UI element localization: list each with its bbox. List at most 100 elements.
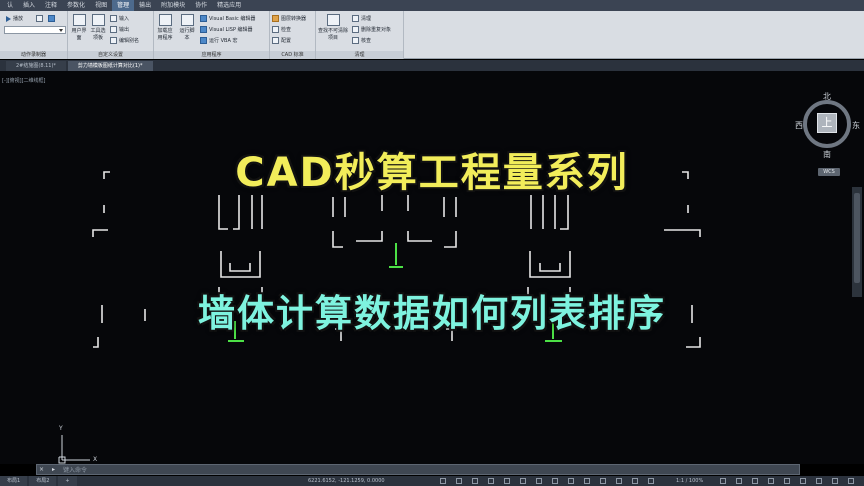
load-application-button[interactable]: 加载应用程序 bbox=[156, 14, 174, 41]
close-icon[interactable]: × bbox=[37, 465, 46, 474]
3d-osnap-icon[interactable] bbox=[600, 478, 606, 484]
wall-line bbox=[560, 195, 569, 230]
vlisp-editor-button[interactable]: Visual LISP 编辑器 bbox=[200, 26, 253, 33]
isolate-objects-icon[interactable] bbox=[800, 478, 806, 484]
annotation-scale[interactable]: 1:1 / 100% bbox=[676, 476, 703, 486]
audit-button[interactable]: 核查 bbox=[352, 37, 371, 44]
customization-menu-icon[interactable] bbox=[848, 478, 854, 484]
lineweight-icon[interactable] bbox=[552, 478, 558, 484]
ribbon: 播放 动作录制器 用户界面 工具选项板 输入 输出 编辑别名 自定义设置 加载应… bbox=[0, 11, 864, 59]
viewcube[interactable]: 上 北 南 西 东 WCS bbox=[795, 91, 860, 181]
drawing-canvas[interactable]: [-][俯视][二维线框] CAD秒算工程量系列 墙体计算数据如何列表排序 上 … bbox=[0, 71, 864, 464]
user-interface-button[interactable]: 用户界面 bbox=[70, 14, 88, 41]
clean-screen-icon[interactable] bbox=[832, 478, 838, 484]
panel-title: 自定义设置 bbox=[68, 51, 153, 59]
menu-item-annotate[interactable]: 注释 bbox=[40, 0, 62, 11]
menu-item-featured-apps[interactable]: 精选应用 bbox=[212, 0, 246, 11]
export-button[interactable]: 输出 bbox=[110, 26, 129, 33]
vlisp-editor-icon bbox=[200, 26, 207, 33]
coordinate-readout: 6221.6152, -121.1259, 0.0000 bbox=[308, 478, 385, 484]
wcs-menu[interactable]: WCS bbox=[818, 168, 840, 176]
model-space-icon[interactable] bbox=[440, 478, 446, 484]
layout-tab-2[interactable]: 布局2 bbox=[29, 476, 57, 486]
quick-properties-icon[interactable] bbox=[768, 478, 774, 484]
panel-action-recorder: 播放 动作录制器 bbox=[0, 11, 68, 59]
transparency-icon[interactable] bbox=[568, 478, 574, 484]
panel-title[interactable]: 应用程序 bbox=[154, 51, 269, 59]
panel-title[interactable]: 动作录制器 bbox=[0, 51, 67, 59]
otrack-icon[interactable] bbox=[536, 478, 542, 484]
macro-icon[interactable] bbox=[48, 15, 55, 22]
panel-customization: 用户界面 工具选项板 输入 输出 编辑别名 自定义设置 bbox=[68, 11, 154, 59]
selection-cycling-icon[interactable] bbox=[584, 478, 590, 484]
annotation-visibility-icon[interactable] bbox=[632, 478, 638, 484]
audit-icon bbox=[352, 37, 359, 44]
run-vba-macro-icon bbox=[200, 37, 207, 44]
run-vba-macro-button[interactable]: 运行 VBA 宏 bbox=[200, 37, 237, 44]
compass-west[interactable]: 西 bbox=[795, 120, 803, 131]
layout-tab-1[interactable]: 布局1 bbox=[0, 476, 28, 486]
annotation-monitor-icon[interactable] bbox=[736, 478, 742, 484]
auto-scale-icon[interactable] bbox=[648, 478, 654, 484]
check-button[interactable]: 检查 bbox=[272, 26, 291, 33]
wall-line bbox=[93, 337, 99, 348]
play-button[interactable]: 播放 bbox=[6, 15, 23, 22]
panel-applications: 加载应用程序 运行脚本 Visual Basic 编辑器 Visual LISP… bbox=[154, 11, 270, 59]
menu-item-parametric[interactable]: 参数化 bbox=[62, 0, 90, 11]
menu-item-insert[interactable]: 插入 bbox=[18, 0, 40, 11]
compass-south[interactable]: 南 bbox=[823, 149, 831, 160]
configure-button[interactable]: 配置 bbox=[272, 37, 291, 44]
purge-icon bbox=[352, 15, 359, 22]
wall-line bbox=[356, 231, 383, 242]
run-script-button[interactable]: 运行脚本 bbox=[178, 14, 196, 41]
command-input[interactable]: 键入命令 bbox=[63, 465, 87, 474]
purge-button[interactable]: 清理 bbox=[352, 15, 371, 22]
wall-line bbox=[529, 251, 571, 278]
find-non-purgeable-button[interactable]: 查找不可清除项目 bbox=[318, 14, 348, 41]
compass-north[interactable]: 北 bbox=[823, 91, 831, 102]
menu-item-view[interactable]: 视图 bbox=[90, 0, 112, 11]
cad-drawing bbox=[58, 171, 701, 464]
run-script-icon bbox=[180, 14, 194, 26]
video-subtitle: 墙体计算数据如何列表排序 bbox=[198, 292, 666, 335]
menu-item-manage[interactable]: 管理 bbox=[112, 0, 135, 11]
wall-line bbox=[92, 229, 108, 237]
import-button[interactable]: 输入 bbox=[110, 15, 129, 22]
edit-aliases-button[interactable]: 编辑别名 bbox=[110, 37, 139, 44]
osnap-icon[interactable] bbox=[520, 478, 526, 484]
grid-icon[interactable] bbox=[456, 478, 462, 484]
navigation-bar[interactable] bbox=[852, 187, 862, 297]
wall-line bbox=[220, 251, 261, 278]
navigation-bar-handle[interactable] bbox=[854, 193, 860, 283]
menu-item-collaborate[interactable]: 协作 bbox=[190, 0, 212, 11]
compass-east[interactable]: 东 bbox=[852, 120, 860, 131]
hardware-acceleration-icon[interactable] bbox=[816, 478, 822, 484]
snap-icon[interactable] bbox=[472, 478, 478, 484]
menu-item-default[interactable]: 认 bbox=[2, 0, 18, 11]
record-icon[interactable] bbox=[36, 15, 43, 22]
doc-tab-structural[interactable]: 2#结施图(8.11)* bbox=[6, 61, 66, 71]
lock-ui-icon[interactable] bbox=[784, 478, 790, 484]
play-icon bbox=[6, 15, 11, 22]
dynamic-ucs-icon[interactable] bbox=[616, 478, 622, 484]
polar-icon[interactable] bbox=[504, 478, 510, 484]
add-layout-button[interactable]: + bbox=[58, 476, 77, 486]
layer-translator-button[interactable]: 图层转换器 bbox=[272, 15, 306, 22]
cube-top-face[interactable]: 上 bbox=[817, 113, 837, 133]
macro-dropdown[interactable] bbox=[4, 26, 66, 34]
doc-tab-shear-wall[interactable]: 剪力墙模板图纸计算对比(1)* bbox=[67, 61, 153, 71]
tool-palettes-button[interactable]: 工具选项板 bbox=[89, 14, 107, 41]
tool-palettes-icon bbox=[91, 14, 105, 26]
command-prompt-icon: ▸ bbox=[52, 466, 56, 473]
panel-cad-standards: 图层转换器 检查 配置 CAD 标准 bbox=[270, 11, 316, 59]
menu-item-output[interactable]: 输出 bbox=[134, 0, 156, 11]
overkill-button[interactable]: 删除重复对象 bbox=[352, 26, 391, 33]
menu-item-addins[interactable]: 附加模块 bbox=[156, 0, 190, 11]
vba-editor-icon bbox=[200, 15, 207, 22]
workspace-gear-icon[interactable] bbox=[720, 478, 726, 484]
units-icon[interactable] bbox=[752, 478, 758, 484]
overkill-icon bbox=[352, 26, 359, 33]
command-line[interactable]: × ▸ 键入命令 bbox=[36, 464, 800, 475]
vba-editor-button[interactable]: Visual Basic 编辑器 bbox=[200, 15, 255, 22]
ortho-icon[interactable] bbox=[488, 478, 494, 484]
